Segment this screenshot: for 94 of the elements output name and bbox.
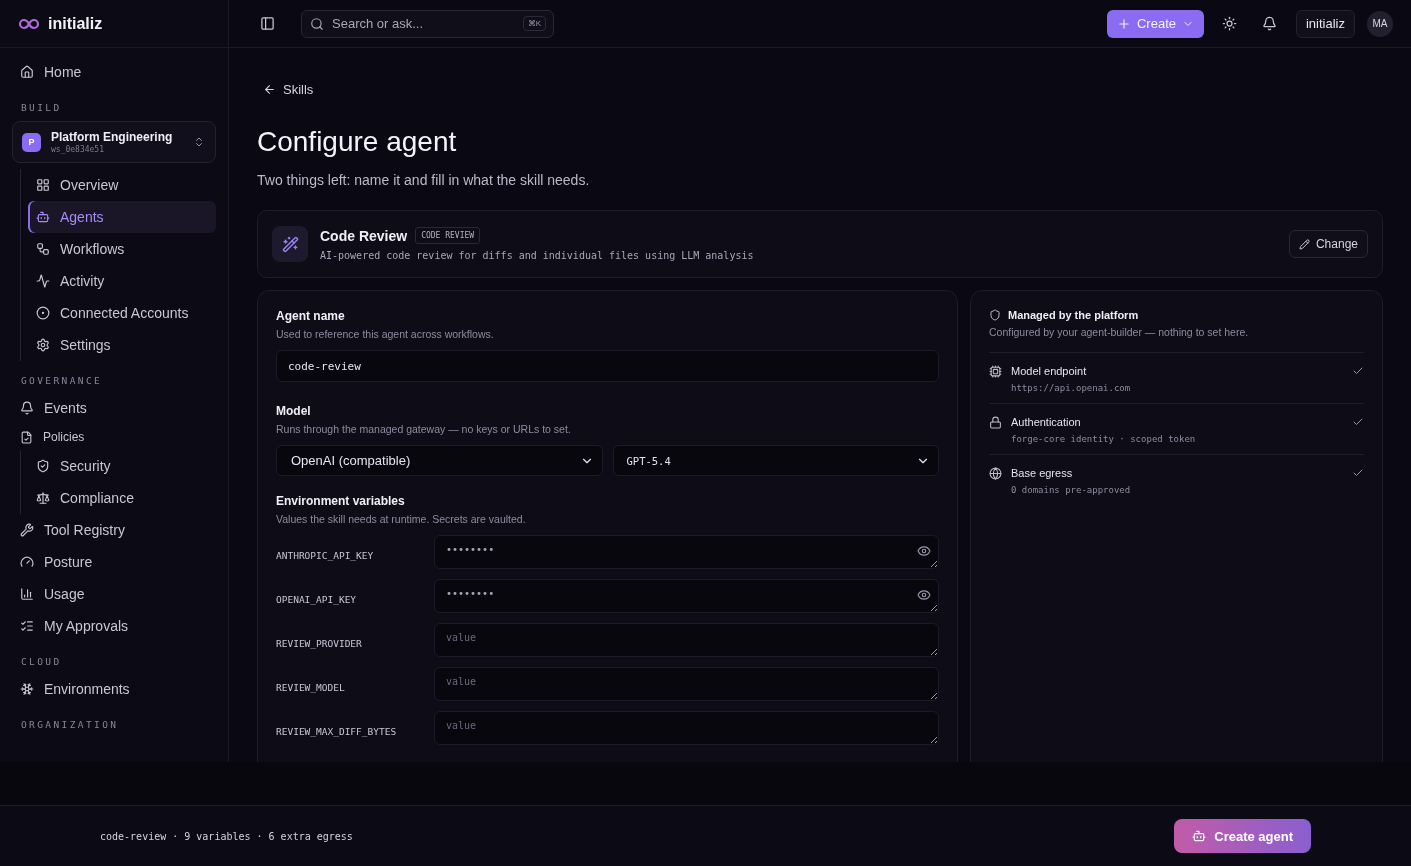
arrow-left-icon: [263, 82, 276, 96]
variable-value-field[interactable]: ••••••••: [434, 535, 939, 569]
robot-icon: [36, 210, 50, 224]
variable-name: OPENAI_API_KEY: [276, 592, 358, 605]
field-help: Used to reference this agent across workflows.: [276, 328, 495, 340]
sidebar-item[interactable]: Connected Accounts: [28, 297, 216, 329]
field-help: Values the skill needs at runtime. Secrets are vaulted.: [276, 513, 527, 525]
home-icon: [20, 65, 34, 79]
model-select[interactable]: GPT-5.4: [612, 445, 939, 476]
chevrons-icon: [193, 136, 205, 148]
sidebar-item[interactable]: Events: [12, 392, 216, 424]
variable-value-field[interactable]: value: [434, 667, 939, 701]
brand-name: initializ: [48, 14, 103, 33]
agent-name-field[interactable]: code-review: [276, 350, 939, 382]
sidebar-item[interactable]: Settings: [28, 329, 216, 361]
gear-icon: [36, 338, 50, 352]
sidebar-item[interactable]: Overview: [28, 169, 216, 201]
sidebar-item[interactable]: Compliance: [28, 482, 216, 514]
workspace-name: Platform Engineering: [51, 130, 174, 144]
provider-select[interactable]: OpenAI (compatible): [276, 445, 603, 476]
skill-name: Code Review: [320, 227, 408, 244]
logo-icon: [18, 17, 40, 30]
item-title: Authentication: [1011, 416, 1082, 428]
workspace-switcher[interactable]: P Platform Engineering ws_0e834e51: [12, 121, 216, 163]
section-title: GOVERNANCE: [20, 374, 104, 388]
variable-name: REVIEW_PROVIDER: [276, 636, 363, 649]
page-subtitle: Two things left: name it and fill in what the skill needs.: [257, 172, 591, 188]
variable-name: REVIEW_MAX_DIFF_BYTES: [276, 724, 398, 737]
scale-icon: [36, 491, 50, 505]
card-subtitle: Configured by your agent-builder — nothing to set here.: [989, 326, 1250, 338]
section-title: CLOUD: [20, 655, 63, 669]
user-avatar[interactable]: MA: [1367, 10, 1393, 37]
variable-name: ANTHROPIC_API_KEY: [276, 548, 375, 561]
checklist-icon: [20, 619, 34, 633]
shield-check-icon: [36, 459, 50, 473]
workspace-avatar: P: [22, 132, 41, 152]
sidebar-item[interactable]: Activity: [28, 265, 216, 297]
snowflake-icon: [20, 682, 34, 696]
lock-icon: [989, 416, 1002, 429]
variable-name: REVIEW_MODEL: [276, 680, 346, 693]
wrench-icon: [20, 523, 34, 537]
pencil-icon: [1298, 238, 1310, 250]
eye-icon[interactable]: [917, 544, 931, 558]
sidebar-item[interactable]: Workflows: [28, 233, 216, 265]
shortcut-hint: ⌘K: [522, 15, 546, 31]
section-title: ORGANIZATION: [20, 718, 120, 732]
workflow-icon: [36, 242, 50, 256]
item-title: Base egress: [1011, 467, 1074, 479]
item-detail: https://api.openai.com: [1011, 383, 1132, 393]
eye-icon[interactable]: [917, 588, 931, 602]
section-title: BUILD: [20, 101, 63, 115]
footer-summary: code-review · 9 variables · 6 extra egress: [100, 830, 353, 842]
plus-icon: [1116, 16, 1131, 31]
magic-wand-icon: [272, 226, 308, 262]
sidebar-item[interactable]: My Approvals: [12, 610, 216, 642]
field-label: Agent name: [276, 309, 346, 323]
sidebar-item[interactable]: Usage: [12, 578, 216, 610]
gauge-icon: [20, 555, 34, 569]
item-detail: forge-core identity · scoped token: [1011, 434, 1197, 444]
bar-chart-icon: [20, 587, 34, 601]
robot-icon: [1192, 829, 1207, 843]
change-button[interactable]: Change: [1288, 230, 1368, 258]
sidebar-item[interactable]: Security: [28, 450, 216, 482]
search-icon: [310, 16, 324, 31]
variable-value-field[interactable]: ••••••••: [434, 579, 939, 613]
sidebar-item[interactable]: Environments: [12, 673, 216, 705]
variable-value-field[interactable]: value: [434, 623, 939, 657]
document-check-icon: [20, 430, 33, 444]
skill-tag: CODE REVIEW: [415, 227, 481, 244]
card-title: Managed by the platform: [1008, 309, 1139, 321]
globe-icon: [989, 467, 1002, 480]
sidebar-item[interactable]: Home: [12, 56, 216, 88]
grid-icon: [36, 178, 50, 192]
circle-dot-icon: [36, 306, 50, 320]
item-detail: 0 domains pre-approved: [1011, 485, 1132, 495]
create-agent-button[interactable]: Create agent: [1174, 819, 1311, 853]
sidebar-item[interactable]: Agents: [28, 201, 216, 233]
workspace-id: ws_0e834e51: [51, 145, 105, 154]
item-title: Model endpoint: [1011, 365, 1088, 377]
sidebar-item[interactable]: Tool Registry: [12, 514, 216, 546]
field-label: Environment variables: [276, 494, 406, 508]
bell-icon: [20, 401, 34, 415]
back-link[interactable]: Skills: [257, 80, 1383, 98]
page-title: Configure agent: [257, 126, 458, 158]
org-button[interactable]: initializ: [1296, 9, 1355, 38]
sidebar-item[interactable]: Posture: [12, 546, 216, 578]
shield-icon: [989, 309, 1001, 321]
chip-icon: [989, 365, 1002, 378]
sidebar-item[interactable]: Policies: [12, 424, 216, 450]
pulse-icon: [36, 274, 50, 288]
field-help: Runs through the managed gateway — no keys or URLs to set.: [276, 423, 572, 435]
field-label: Model: [276, 404, 312, 418]
variable-value-field[interactable]: value: [434, 711, 939, 745]
skill-description: AI-powered code review for diffs and individual files using LLM analysis: [320, 250, 755, 261]
